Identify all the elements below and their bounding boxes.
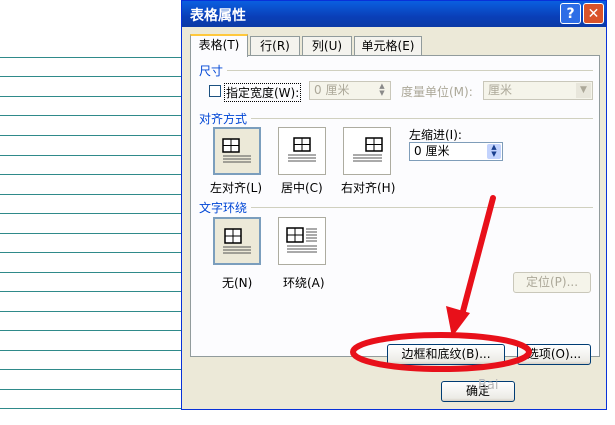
align-center-icon: [288, 137, 316, 162]
group-divider: [227, 70, 593, 71]
group-divider: [251, 207, 593, 208]
wrap-around-label: 环绕(A): [283, 276, 325, 290]
borders-and-shading-button[interactable]: 边框和底纹(B)...: [387, 344, 505, 365]
document-line: [0, 194, 200, 195]
tab-cell[interactable]: 单元格(E): [354, 36, 422, 56]
preferred-width-checkbox[interactable]: [209, 85, 221, 97]
document-line: [0, 174, 200, 175]
document-line: [0, 252, 200, 253]
document-line: [0, 291, 200, 292]
chevron-down-icon[interactable]: ▼: [576, 83, 591, 98]
document-line: [0, 369, 200, 370]
tab-column[interactable]: 列(U): [302, 36, 352, 56]
wrap-none-option[interactable]: [213, 217, 261, 265]
width-value: 0 厘米: [314, 83, 350, 97]
align-left-label: 左对齐(L): [210, 181, 263, 195]
indent-label: 左缩进(I):: [409, 128, 462, 142]
align-right-option[interactable]: [343, 127, 391, 175]
document-line: [0, 233, 200, 234]
measure-in-value: 厘米: [488, 83, 513, 97]
tab-row[interactable]: 行(R): [250, 36, 300, 56]
width-value-spinner[interactable]: 0 厘米 ▲ ▼: [309, 81, 391, 100]
document-line: [0, 96, 200, 97]
spinner-arrows-icon[interactable]: ▲ ▼: [487, 144, 501, 159]
title-bar[interactable]: 表格属性 ? ✕: [182, 1, 606, 27]
help-button[interactable]: ?: [560, 3, 581, 24]
size-group-label: 尺寸: [199, 64, 224, 78]
table-properties-dialog: 表格属性 ? ✕ 表格(T) 行(R) 列(U) 单元格(E) 尺寸 指定宽度(…: [181, 0, 607, 410]
document-line: [0, 389, 200, 390]
document-line: [0, 135, 200, 136]
document-line: [0, 272, 200, 273]
wrap-around-icon: [286, 227, 317, 253]
alignment-group-label: 对齐方式: [199, 112, 248, 126]
options-button[interactable]: 选项(O)...: [517, 344, 591, 365]
position-button[interactable]: 定位(P)...: [513, 272, 591, 293]
wrap-none-label: 无(N): [222, 276, 253, 290]
dialog-title: 表格属性: [190, 8, 246, 24]
document-line: [0, 76, 200, 77]
indent-spinner[interactable]: 0 厘米 ▲ ▼: [409, 142, 503, 161]
align-left-icon: [222, 138, 251, 163]
document-line: [0, 213, 200, 214]
align-center-option[interactable]: [278, 127, 326, 175]
align-right-label: 右对齐(H): [341, 181, 396, 195]
tab-table[interactable]: 表格(T): [190, 34, 248, 57]
document-line: [0, 311, 200, 312]
document-line: [0, 350, 200, 351]
document-line: [0, 330, 200, 331]
spinner-arrows-icon[interactable]: ▲ ▼: [375, 83, 389, 98]
align-left-option[interactable]: [213, 127, 261, 175]
preferred-width-label: 指定宽度(W):: [224, 83, 302, 102]
align-center-label: 居中(C): [281, 181, 323, 195]
close-button[interactable]: ✕: [583, 3, 604, 24]
wrap-group-label: 文字环绕: [199, 201, 248, 215]
measure-in-select[interactable]: 厘米 ▼: [483, 81, 593, 100]
document-line: [0, 57, 200, 58]
indent-value: 0 厘米: [414, 144, 450, 158]
wrap-none-icon: [223, 228, 251, 254]
document-line: [0, 115, 200, 116]
watermark-text: Bai: [478, 378, 499, 393]
document-line: [0, 155, 200, 156]
wrap-around-option[interactable]: [278, 217, 326, 265]
align-right-icon: [353, 137, 383, 162]
measure-in-label: 度量单位(M):: [401, 85, 473, 99]
group-divider: [251, 118, 593, 119]
table-tab-panel: 尺寸 指定宽度(W): 0 厘米 ▲▼ 度量单位(M): 厘米 ▼ 对齐方式: [190, 55, 600, 365]
